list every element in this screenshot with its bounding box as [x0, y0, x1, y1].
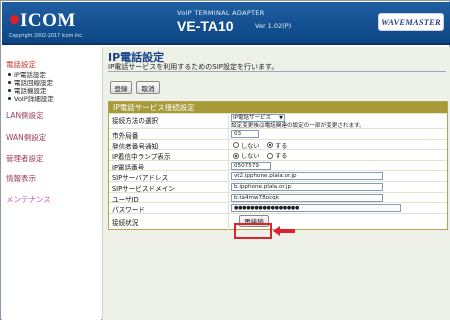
wavemaster-logo: WAVEMASTER	[378, 13, 444, 31]
firmware-version: Ver 1.02(P)	[255, 22, 292, 30]
nav-info-display[interactable]: 情報表示	[6, 173, 36, 184]
sip-server-input[interactable]: vt2.ipphone.plala.or.jp	[231, 172, 383, 181]
register-button[interactable]: 登録	[110, 81, 132, 94]
pointer-arrow-icon	[273, 226, 295, 236]
highlight-box	[234, 223, 272, 239]
row-connection-method: 接続方法の選択 IP電話サービス ▼ 設定変更後は電話関連の設定の一部が変更されま…	[109, 113, 447, 129]
row-user-id: ユーザID b.ta4mw78ocqk	[109, 191, 447, 204]
bullet-icon	[8, 96, 11, 100]
user-id-input[interactable]: b.ta4mw78ocqk	[231, 193, 383, 202]
sip-domain-input[interactable]: b.ipphone.plala.or.jp	[231, 182, 383, 191]
icom-logo: ICOM	[20, 10, 76, 31]
nav-lan-settings[interactable]: LAN側設定	[6, 110, 44, 121]
radio-selected-icon	[267, 142, 273, 149]
radio-icon	[267, 152, 273, 159]
header-bar: ICOM Copyright 2002-2017 Icom Inc. VoIP …	[2, 2, 450, 45]
connection-status-label: 接続状況	[112, 218, 139, 227]
radio-icon	[233, 142, 239, 149]
cancel-button[interactable]: 取消	[136, 81, 160, 94]
row-outside-prefix: 市外局番 03	[109, 128, 447, 140]
copyright-text: Copyright 2002-2017 Icom Inc.	[9, 34, 84, 39]
row-ip-phone-number: IP電話番号 0507579	[109, 159, 447, 172]
password-input[interactable]: ●●●●●●●●●●●●●●●●	[231, 204, 401, 213]
main-content: IP電話設定 IP電話サービスを利用するためのSIP設定を行います。 登録 取消…	[102, 47, 450, 320]
model-name: VE-TA10	[177, 18, 234, 34]
connection-method-label: 接続方法の選択	[112, 117, 159, 125]
sip-settings-panel: IP電話サービス接続設定 接続方法の選択 IP電話サービス ▼ 設定変更後は電話関…	[108, 101, 448, 230]
title-divider	[108, 71, 446, 72]
ip-phone-number-input[interactable]: 0507579	[231, 161, 271, 170]
product-line: VoIP TERMINAL ADAPTER	[177, 9, 265, 17]
row-incoming-lamp: IP着信中ランプ表示 しない する	[109, 149, 447, 161]
row-password: パスワード ●●●●●●●●●●●●●●●●	[109, 202, 447, 214]
nav-voip-detail-settings[interactable]: VoIP詳細設定	[8, 93, 54, 103]
row-caller-id: 発信者番号通知 しない する	[109, 138, 447, 151]
nav-wan-settings[interactable]: WAN側設定	[6, 132, 46, 143]
outside-prefix-input[interactable]: 03	[231, 130, 259, 138]
radio-selected-icon	[233, 152, 239, 159]
bullet-icon	[8, 72, 11, 76]
nav-maintenance[interactable]: メンテナンス	[6, 194, 51, 205]
row-sip-server: SIPサーバアドレス vt2.ipphone.plala.or.jp	[109, 170, 447, 182]
row-sip-domain: SIPサービスドメイン b.ipphone.plala.or.jp	[109, 180, 447, 193]
section-title: IP電話サービス接続設定	[109, 102, 447, 113]
bullet-icon	[8, 88, 11, 92]
bullet-icon	[8, 80, 11, 84]
sidebar-nav: 電話設定 IP電話設定 電話回線設定 電話機設定 VoIP詳細設定 LAN側設定…	[2, 47, 101, 320]
logo-dot-icon	[10, 15, 19, 24]
app-window: ICOM Copyright 2002-2017 Icom Inc. VoIP …	[0, 0, 450, 320]
nav-admin-settings[interactable]: 管理者設定	[6, 153, 44, 164]
